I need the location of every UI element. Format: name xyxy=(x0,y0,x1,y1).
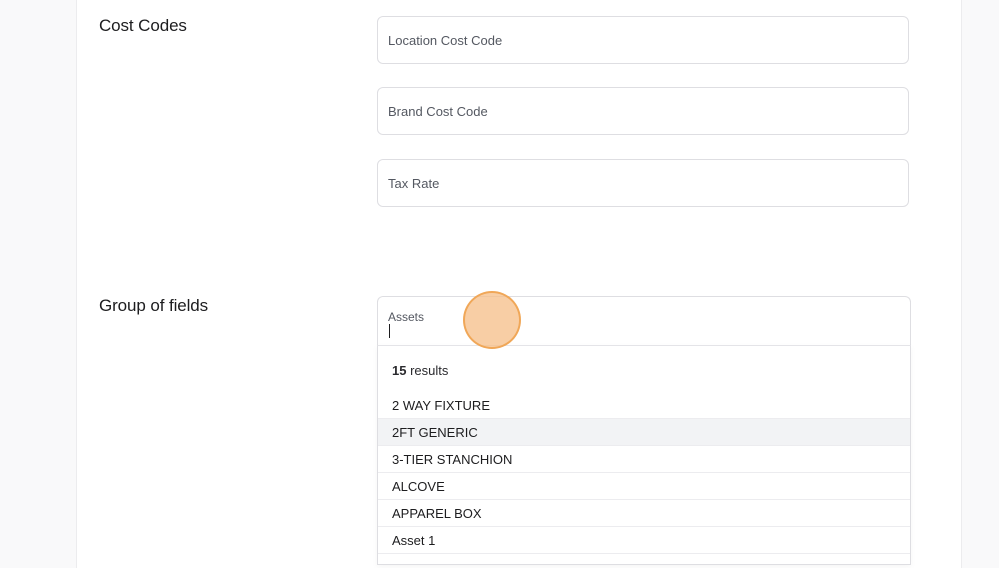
dropdown-option-highlighted[interactable]: 2FT GENERIC xyxy=(378,419,910,446)
click-indicator-icon xyxy=(463,291,521,349)
results-number: 15 xyxy=(392,363,407,378)
results-suffix: results xyxy=(406,363,449,378)
cost-codes-heading: Cost Codes xyxy=(99,16,187,35)
location-cost-code-field[interactable]: Location Cost Code xyxy=(377,16,909,64)
assets-label: Assets xyxy=(388,310,425,324)
dropdown-option[interactable]: APPAREL BOX xyxy=(378,500,910,527)
dropdown-option[interactable]: ALCOVE xyxy=(378,473,910,500)
results-count: 15 results xyxy=(392,363,448,378)
brand-cost-code-placeholder: Brand Cost Code xyxy=(388,104,488,119)
dropdown-option[interactable]: 3-TIER STANCHION xyxy=(378,446,910,473)
brand-cost-code-field[interactable]: Brand Cost Code xyxy=(377,87,909,135)
dropdown-option[interactable]: 2 WAY FIXTURE xyxy=(378,392,910,419)
tax-rate-placeholder: Tax Rate xyxy=(388,176,440,191)
tax-rate-field[interactable]: Tax Rate xyxy=(377,159,909,207)
dropdown-option[interactable]: Asset 1 xyxy=(378,527,910,554)
group-of-fields-heading: Group of fields xyxy=(99,296,209,315)
text-caret xyxy=(389,324,390,338)
location-cost-code-placeholder: Location Cost Code xyxy=(388,33,503,48)
assets-combobox[interactable]: Assets xyxy=(377,296,911,346)
assets-dropdown: 15 results 2 WAY FIXTURE 2FT GENERIC 3-T… xyxy=(377,345,911,565)
